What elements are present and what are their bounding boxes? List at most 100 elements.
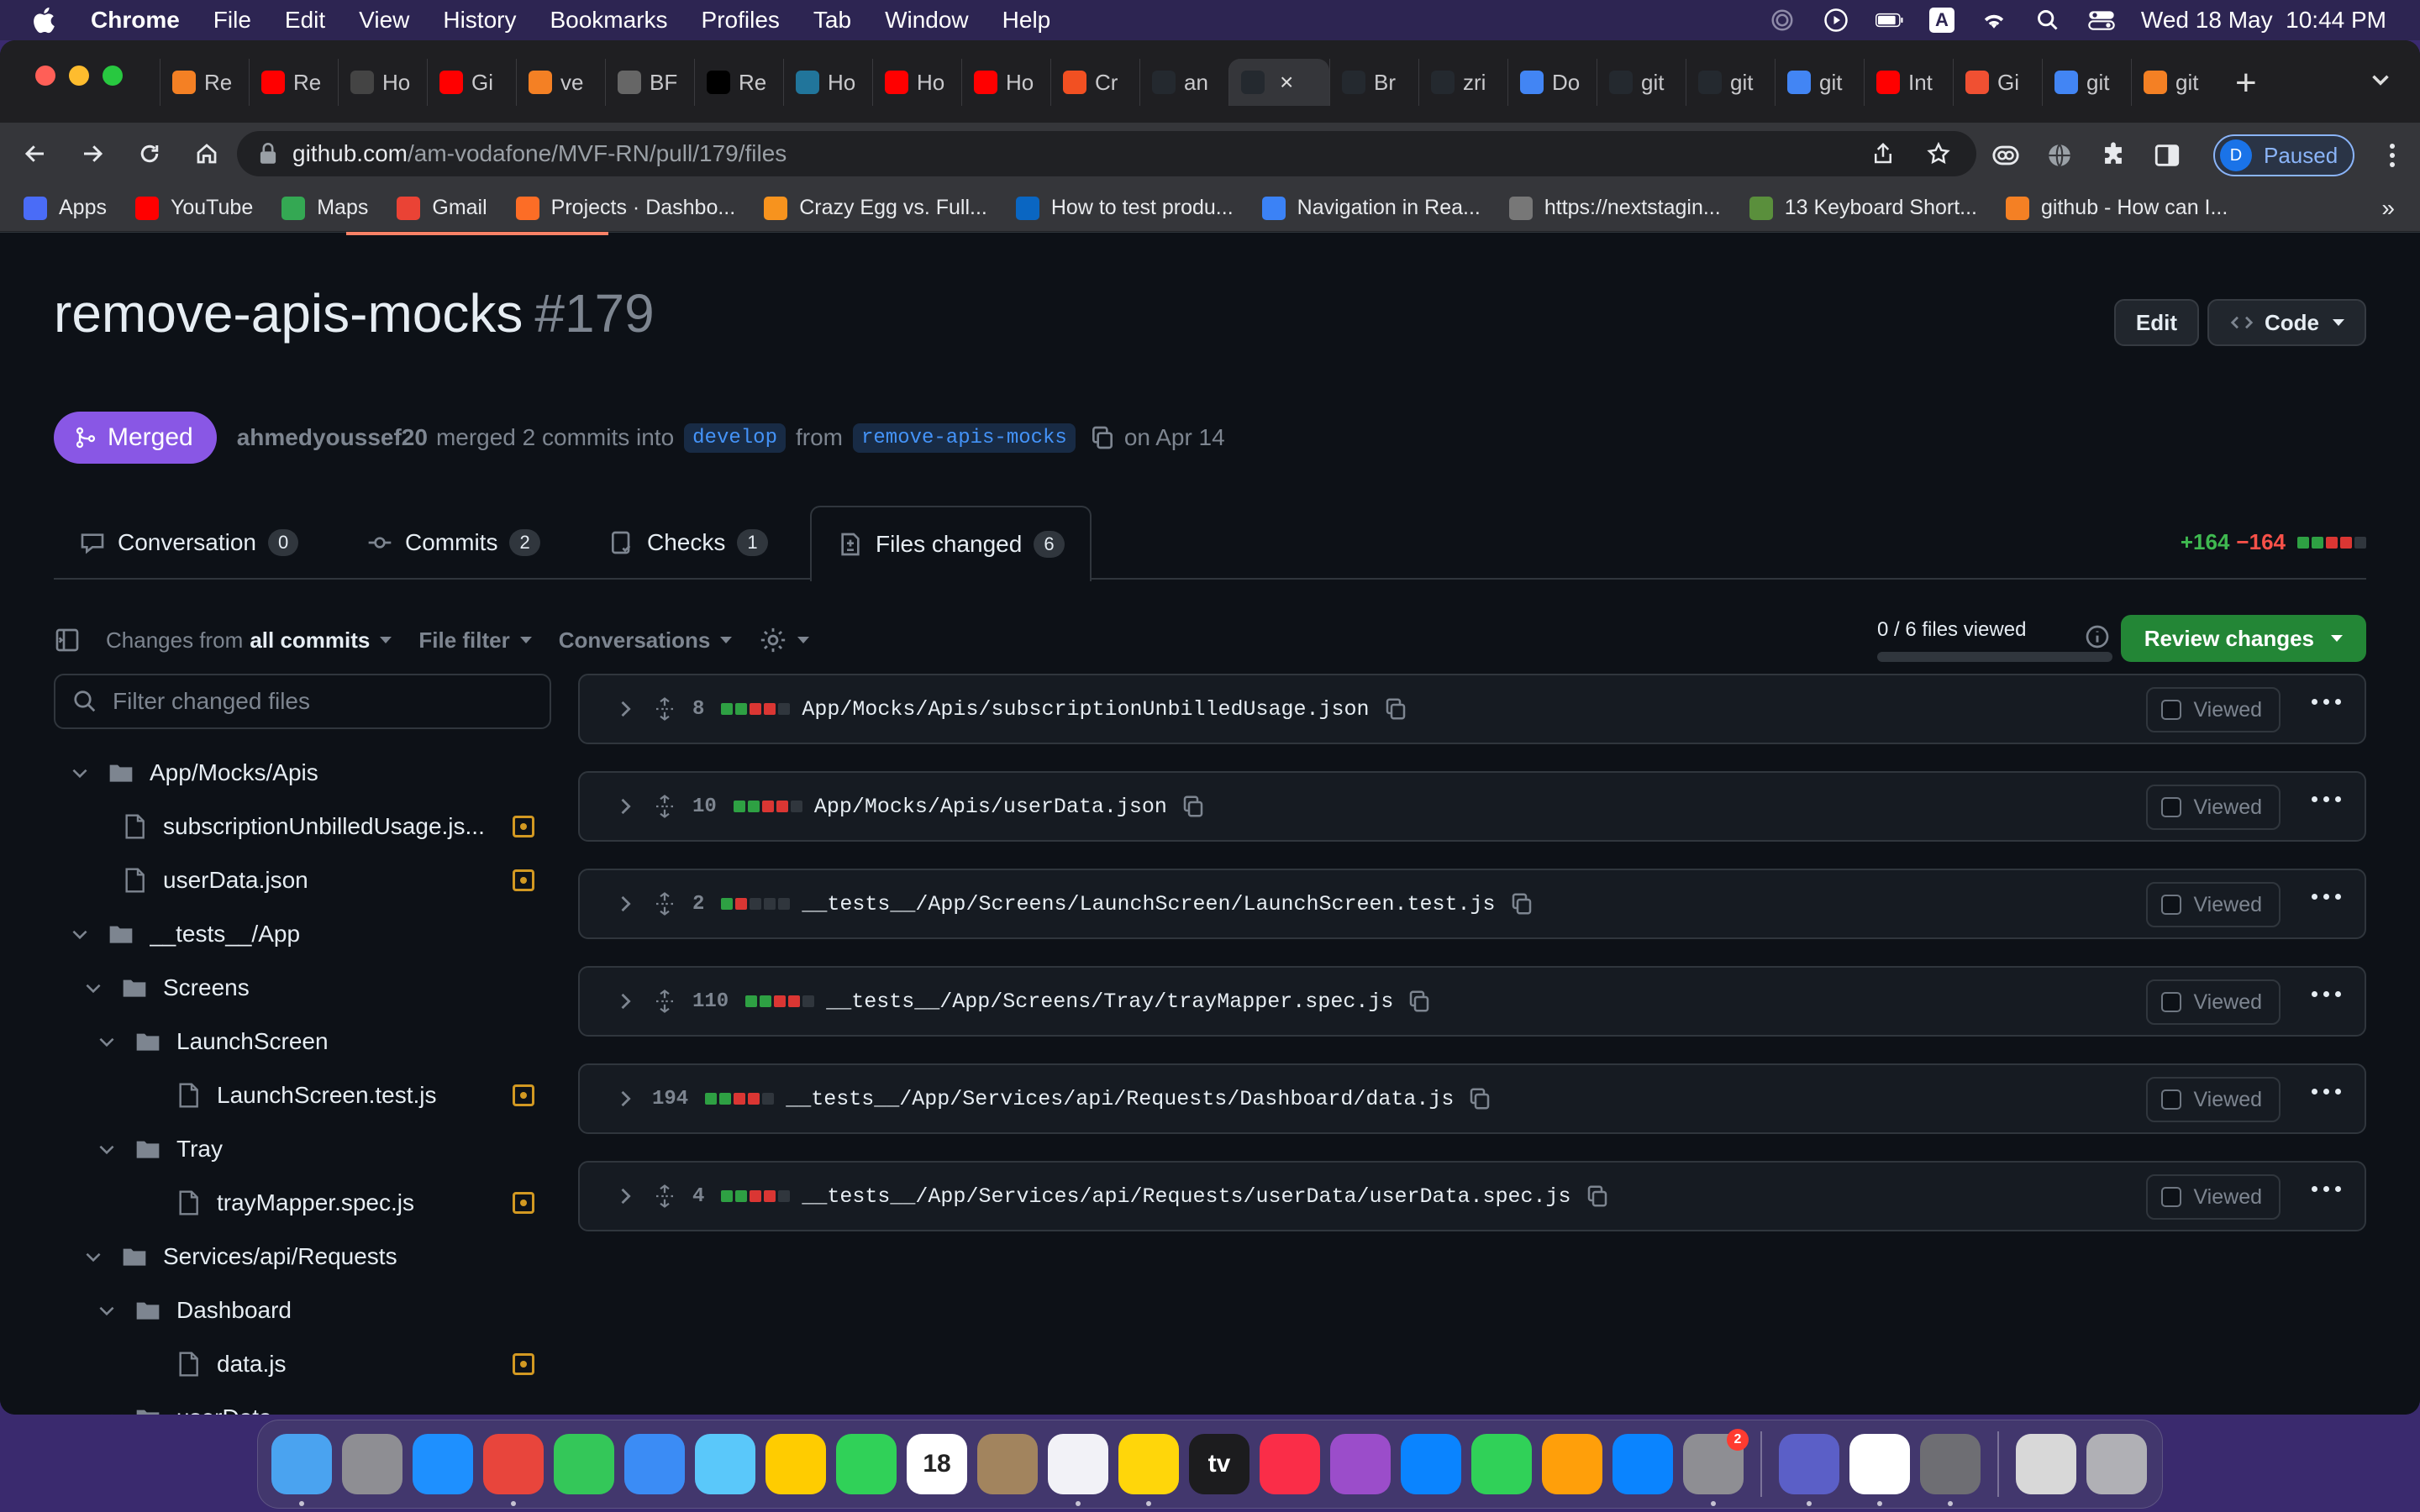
trash-icon[interactable]: [2086, 1434, 2147, 1494]
battery-icon[interactable]: [1875, 6, 1904, 34]
coffee-icon[interactable]: [2016, 1434, 2076, 1494]
browser-tab[interactable]: git: [2131, 59, 2220, 106]
file-diff-header[interactable]: 194 __tests__/App/Services/api/Requests/D…: [578, 1063, 2366, 1134]
slack-icon[interactable]: [1849, 1434, 1910, 1506]
chrome-icon[interactable]: [483, 1434, 544, 1506]
apple-icon[interactable]: [30, 5, 60, 35]
preview-icon[interactable]: [1920, 1434, 1981, 1506]
more-options-icon[interactable]: [2312, 991, 2341, 997]
finder-icon[interactable]: [271, 1434, 332, 1506]
browser-tab[interactable]: Ho: [783, 59, 872, 106]
tree-folder[interactable]: App/Mocks/Apis: [69, 746, 318, 800]
checkbox[interactable]: [2161, 797, 2182, 817]
globe-extension-icon[interactable]: [2045, 141, 2074, 170]
settings-dropdown[interactable]: [759, 626, 810, 654]
checkbox[interactable]: [2161, 992, 2182, 1012]
menu-history[interactable]: History: [443, 7, 516, 34]
moon-icon[interactable]: [1768, 6, 1797, 34]
viewed-checkbox[interactable]: Viewed: [2146, 979, 2281, 1025]
close-window-button[interactable]: [35, 66, 55, 86]
browser-tab[interactable]: Cr: [1050, 59, 1139, 106]
changes-from-dropdown[interactable]: Changes from all commits: [106, 627, 392, 654]
copy-icon[interactable]: [1383, 696, 1408, 722]
tab-checks[interactable]: Checks 1: [583, 506, 793, 580]
lock-icon[interactable]: [259, 143, 277, 165]
tab-commits[interactable]: Commits 2: [341, 506, 566, 580]
menu-file[interactable]: File: [213, 7, 251, 34]
tree-folder[interactable]: LaunchScreen: [96, 1015, 329, 1068]
bookmark-star-icon[interactable]: [1926, 141, 1951, 166]
conversations-dropdown[interactable]: Conversations: [559, 627, 733, 654]
base-branch[interactable]: develop: [684, 423, 786, 453]
browser-tab[interactable]: Br: [1329, 59, 1418, 106]
bookmark-item[interactable]: Crazy Egg vs. Full...: [764, 196, 987, 220]
podcasts-icon[interactable]: [1330, 1434, 1391, 1494]
side-panel-icon[interactable]: [2153, 141, 2181, 170]
browser-tab[interactable]: git: [2042, 59, 2131, 106]
keynote-icon[interactable]: [1401, 1434, 1461, 1494]
tree-file[interactable]: subscriptionUnbilledUsage.js...: [121, 800, 485, 853]
clock[interactable]: Wed 18 May 10:44 PM: [2141, 7, 2386, 34]
bookmark-item[interactable]: github - How can I...: [2006, 196, 2228, 220]
chrome-menu-icon[interactable]: [2388, 144, 2396, 167]
info-icon[interactable]: [2084, 623, 2111, 650]
viewed-checkbox[interactable]: Viewed: [2146, 1077, 2281, 1122]
browser-tab[interactable]: git: [1686, 59, 1775, 106]
chevron-right-icon[interactable]: [613, 892, 637, 916]
copy-icon[interactable]: [1467, 1086, 1492, 1111]
unfold-icon[interactable]: [652, 794, 677, 819]
head-branch[interactable]: remove-apis-mocks: [852, 423, 1076, 453]
copy-icon[interactable]: [1181, 794, 1206, 819]
copy-icon[interactable]: [1089, 424, 1116, 451]
menu-window[interactable]: Window: [885, 7, 969, 34]
play-icon[interactable]: [1822, 6, 1850, 34]
menu-tab[interactable]: Tab: [813, 7, 851, 34]
bookmark-item[interactable]: Gmail: [397, 196, 487, 220]
tree-folder[interactable]: Dashboard: [96, 1284, 292, 1337]
browser-tab[interactable]: Gi: [427, 59, 516, 106]
viewed-checkbox[interactable]: Viewed: [2146, 1174, 2281, 1220]
menu-view[interactable]: View: [359, 7, 409, 34]
share-icon[interactable]: [1870, 141, 1896, 166]
zoom-window-button[interactable]: [103, 66, 123, 86]
browser-tab[interactable]: ve: [516, 59, 605, 106]
browser-tab[interactable]: ×: [1228, 59, 1329, 106]
chevron-right-icon[interactable]: [613, 697, 637, 721]
maps-icon[interactable]: [695, 1434, 755, 1494]
menu-edit[interactable]: Edit: [285, 7, 325, 34]
menu-bookmarks[interactable]: Bookmarks: [550, 7, 667, 34]
bookmarks-overflow-button[interactable]: »: [2381, 195, 2395, 222]
file-path[interactable]: __tests__/App/Services/api/Requests/user…: [802, 1184, 1570, 1209]
chevron-down-icon[interactable]: [96, 1299, 118, 1321]
file-path[interactable]: App/Mocks/Apis/userData.json: [814, 795, 1167, 819]
appstore-icon[interactable]: [1612, 1434, 1673, 1494]
chevron-right-icon[interactable]: [613, 1087, 637, 1110]
minimize-window-button[interactable]: [69, 66, 89, 86]
tab-files-changed[interactable]: Files changed 6: [810, 506, 1092, 581]
extension-cc-icon[interactable]: [1991, 141, 2020, 170]
bookmark-item[interactable]: How to test produ...: [1015, 196, 1234, 220]
chevron-down-icon[interactable]: [82, 977, 104, 999]
tree-file[interactable]: data.js: [175, 1337, 287, 1391]
profile-button[interactable]: D Paused: [2213, 134, 2355, 176]
tree-folder[interactable]: userData: [96, 1391, 272, 1415]
more-options-icon[interactable]: [2312, 894, 2341, 900]
search-icon[interactable]: [2033, 6, 2062, 34]
chevron-right-icon[interactable]: [613, 1184, 637, 1208]
filter-files-field[interactable]: [54, 674, 551, 729]
chevron-down-icon[interactable]: [96, 1138, 118, 1160]
menu-help[interactable]: Help: [1002, 7, 1051, 34]
browser-tab[interactable]: an: [1139, 59, 1228, 106]
sidebar-toggle-icon[interactable]: [54, 627, 81, 654]
copy-icon[interactable]: [1509, 891, 1534, 916]
browser-tab[interactable]: Re: [694, 59, 783, 106]
reload-button[interactable]: [133, 137, 166, 171]
chevron-down-icon[interactable]: [82, 1246, 104, 1268]
edit-button[interactable]: Edit: [2113, 299, 2199, 346]
browser-tab[interactable]: git: [1597, 59, 1686, 106]
messages-icon[interactable]: [554, 1434, 614, 1494]
bookmark-item[interactable]: Projects · Dashbo...: [515, 196, 735, 220]
appletv-icon[interactable]: tv: [1189, 1434, 1249, 1494]
url-text[interactable]: github.com/am-vodafone/MVF-RN/pull/179/f…: [292, 140, 786, 167]
bookmark-item[interactable]: YouTube: [134, 196, 253, 220]
